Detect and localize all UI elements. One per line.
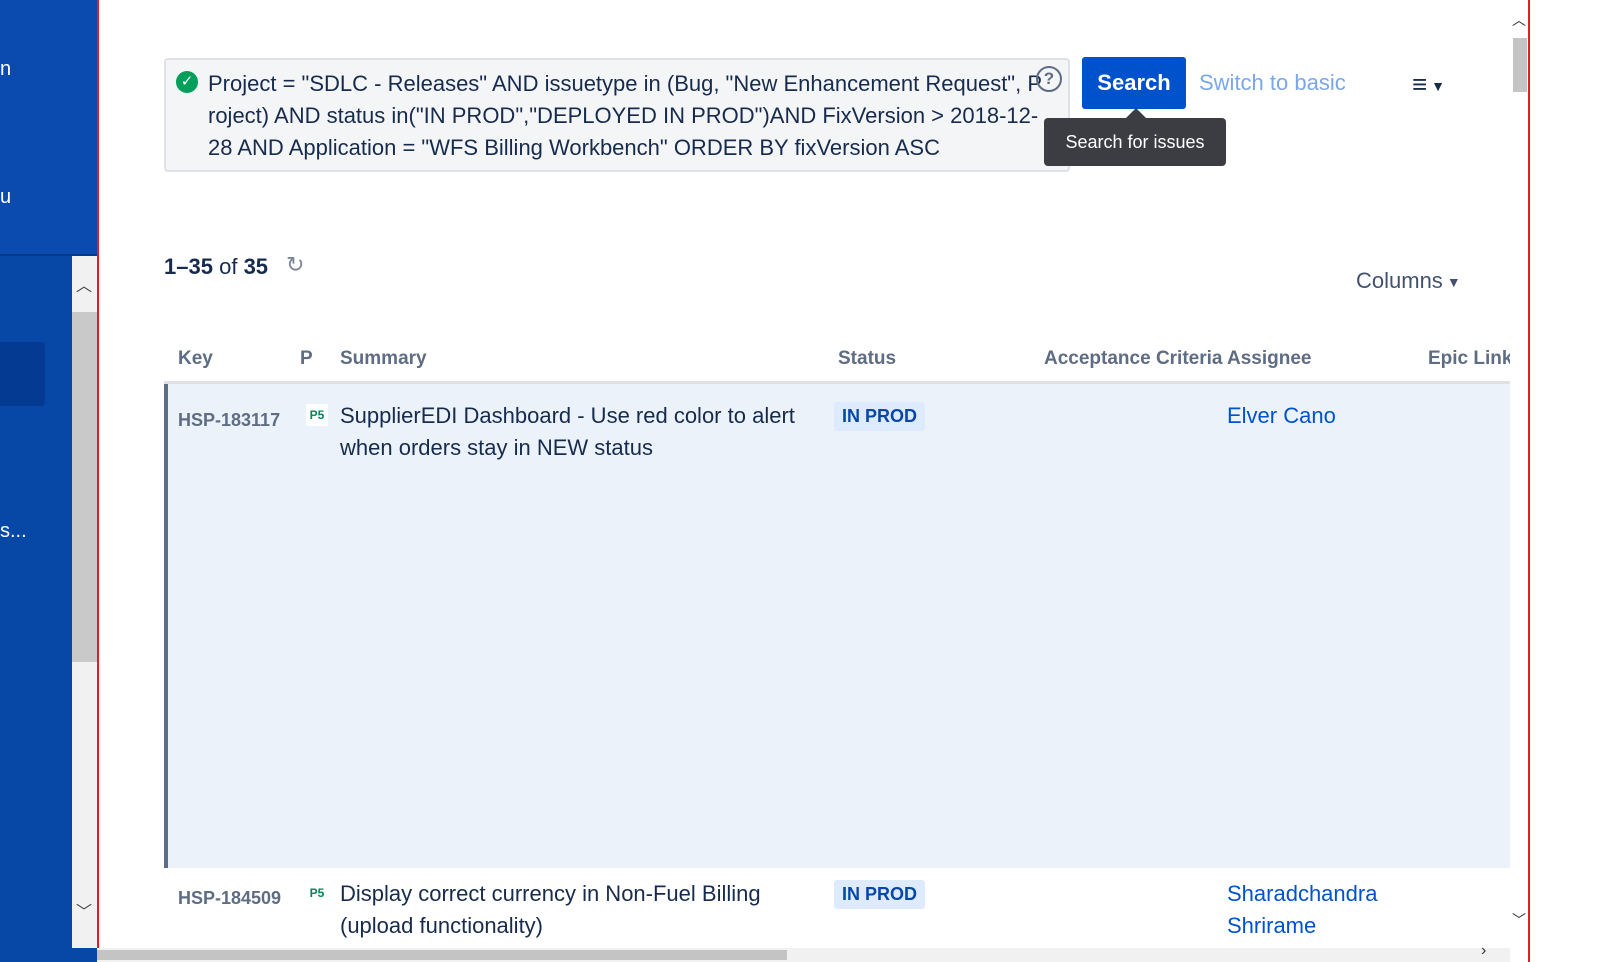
columns-label: Columns (1356, 268, 1443, 293)
status-badge: IN PROD (834, 402, 926, 431)
column-header-assignee[interactable]: Assignee (1227, 348, 1311, 370)
assignee-link[interactable]: Sharadchandra Shrirame (1227, 878, 1407, 942)
results-of-label: of (219, 254, 238, 279)
sidebar-item-truncated-1[interactable]: n (0, 58, 11, 81)
scroll-up-arrow-icon[interactable]: ︿ (1512, 10, 1526, 30)
main-vertical-scrollbar[interactable]: ︿ ﹀ (1510, 0, 1528, 948)
chevron-down-icon: ▼ (1446, 274, 1461, 291)
view-options-menu-button[interactable]: ≡ ▼ (1412, 68, 1468, 100)
jql-query-text[interactable]: Project = "SDLC - Releases" AND issuetyp… (208, 68, 1046, 164)
column-header-epic-link[interactable]: Epic Link (1428, 348, 1512, 370)
results-range: 1–35 (164, 254, 213, 279)
table-row[interactable]: HSP-183117 P5 SupplierEDI Dashboard - Us… (164, 384, 1516, 868)
sidebar-header: n u (0, 0, 97, 256)
question-circle-icon[interactable]: ? (1036, 66, 1062, 92)
column-header-summary[interactable]: Summary (340, 348, 427, 370)
search-tooltip: Search for issues (1044, 108, 1226, 166)
chevron-down-icon: ▼ (1431, 78, 1446, 95)
refresh-icon[interactable]: ↻ (286, 252, 304, 278)
column-header-priority[interactable]: P (300, 348, 313, 370)
scroll-up-arrow-icon[interactable]: ︿ (76, 272, 92, 296)
main-horizontal-scroll-thumb[interactable] (97, 950, 787, 960)
sidebar: n u s... ︿ ﹀ (0, 0, 97, 962)
issue-summary-link[interactable]: SupplierEDI Dashboard - Use red color to… (340, 400, 826, 464)
sidebar-item-selected[interactable] (0, 342, 45, 406)
sidebar-scroll-thumb[interactable] (72, 312, 97, 662)
results-total: 35 (243, 254, 269, 279)
scroll-down-arrow-icon[interactable]: ﹀ (1512, 910, 1526, 930)
column-header-key[interactable]: Key (178, 348, 213, 370)
priority-icon: P5 (306, 882, 328, 904)
issue-key-link[interactable]: HSP-183117 (178, 410, 280, 431)
switch-to-basic-link[interactable]: Switch to basic (1199, 70, 1346, 96)
frame-border-right (1528, 0, 1530, 962)
jql-query-input[interactable]: ✓ Project = "SDLC - Releases" AND issuet… (164, 58, 1070, 172)
issue-summary-link[interactable]: Display correct currency in Non-Fuel Bil… (340, 878, 826, 942)
main-horizontal-scrollbar[interactable]: › (97, 942, 1510, 962)
results-count: 1–35 of 35 (164, 254, 268, 280)
sidebar-item-truncated-3[interactable]: s... (0, 520, 27, 543)
check-circle-icon: ✓ (176, 71, 198, 93)
priority-icon: P5 (306, 404, 328, 426)
table-row[interactable]: HSP-184509 P5 Display correct currency i… (164, 868, 1516, 948)
columns-button[interactable]: Columns ▼ (1356, 268, 1461, 294)
sidebar-item-truncated-2[interactable]: u (0, 186, 11, 209)
scroll-down-arrow-icon[interactable]: ﹀ (76, 898, 92, 922)
main-vertical-scroll-thumb[interactable] (1513, 38, 1527, 92)
issue-table-header: Key P Summary Status Acceptance Criteria… (164, 342, 1516, 384)
frame-border-left (97, 0, 99, 962)
column-header-status[interactable]: Status (838, 348, 896, 370)
hamburger-menu-icon: ≡ (1412, 69, 1428, 99)
scroll-right-arrow-icon[interactable]: › (1481, 942, 1486, 960)
column-header-acceptance-criteria[interactable]: Acceptance Criteria (1044, 348, 1222, 370)
sidebar-scrollbar[interactable]: ︿ ﹀ (72, 256, 97, 948)
status-badge: IN PROD (834, 880, 926, 909)
assignee-link[interactable]: Elver Cano (1227, 400, 1407, 432)
issue-key-link[interactable]: HSP-184509 (178, 888, 281, 909)
search-button[interactable]: Search (1082, 57, 1186, 109)
